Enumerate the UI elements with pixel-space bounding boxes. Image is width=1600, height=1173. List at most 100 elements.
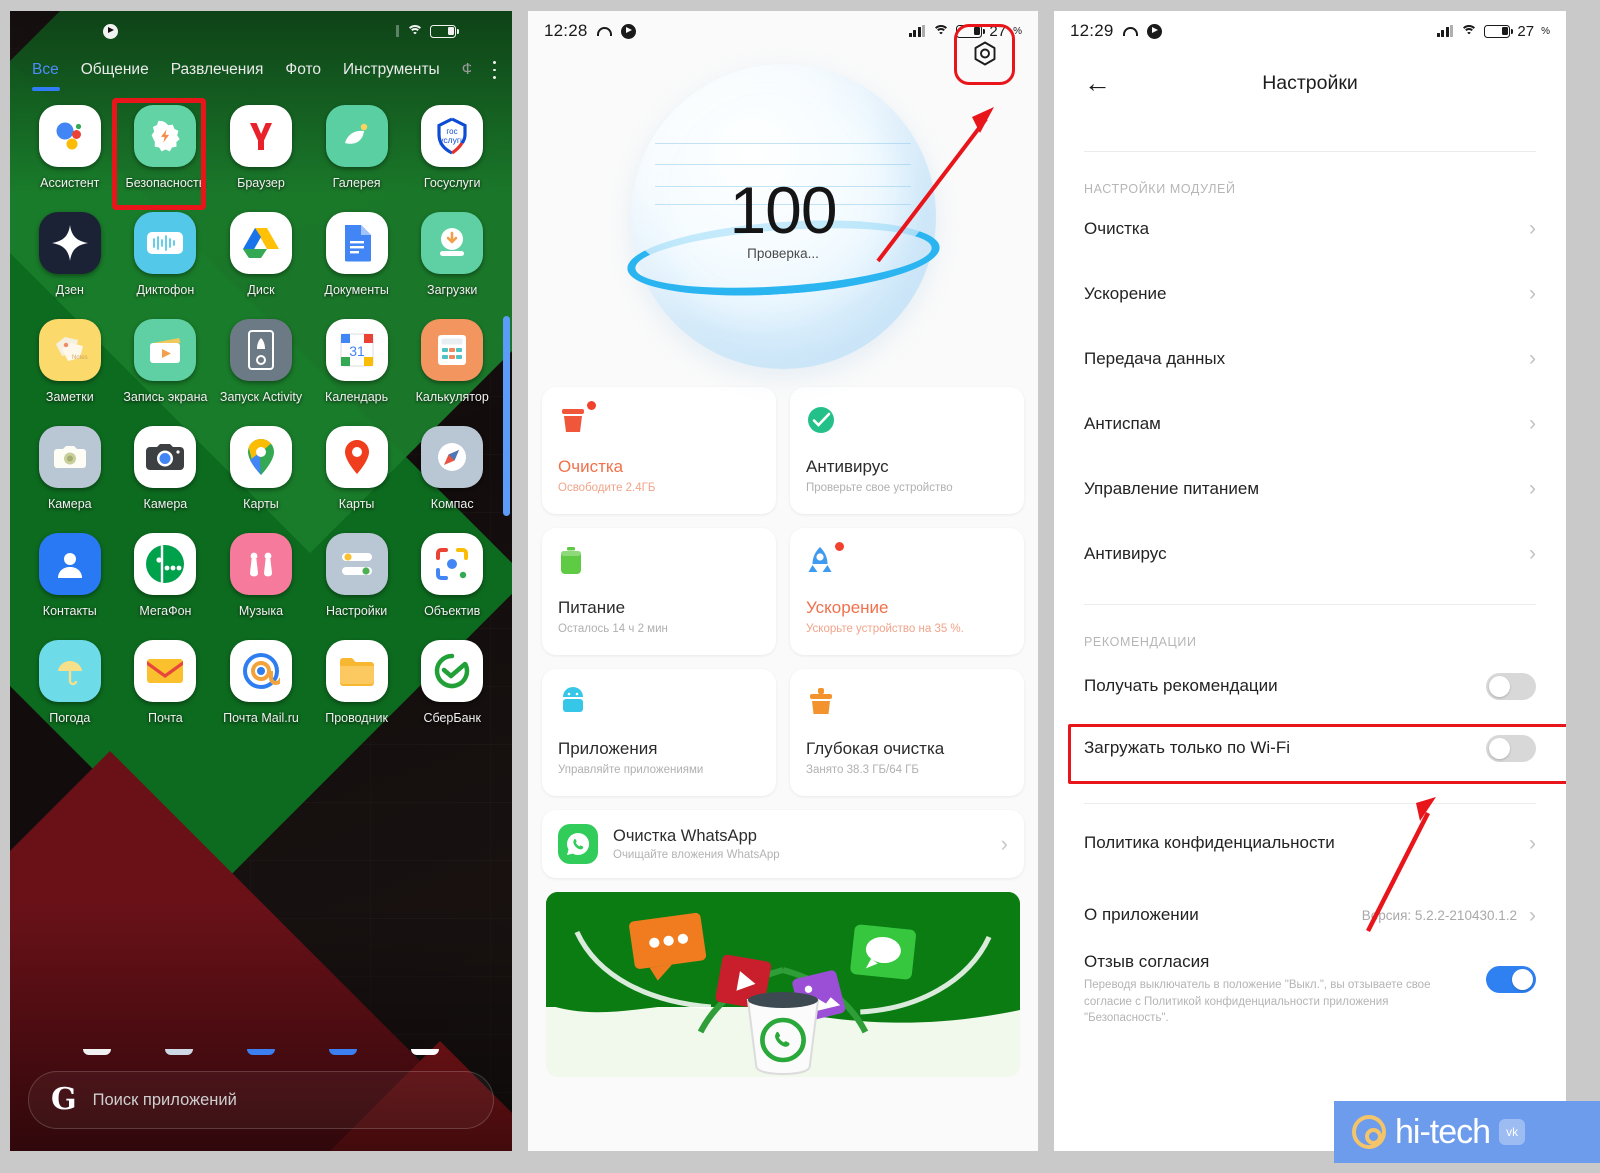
chevron-right-icon: › (1529, 282, 1536, 305)
cellular-signal-icon (1436, 25, 1454, 37)
feature-card-antivirus[interactable]: Антивирус Проверьте свое устройство (790, 387, 1024, 514)
row-label: Управление питанием (1084, 478, 1260, 498)
app-search-bar[interactable]: G Поиск приложений (28, 1071, 494, 1129)
app-item-security[interactable]: Безопасность (111, 98, 214, 210)
app-item[interactable]: Карты (309, 426, 405, 511)
whatsapp-clean-row[interactable]: Очистка WhatsApp Очищайте вложения Whats… (542, 810, 1024, 878)
settings-row-wifi-only[interactable]: Загружать только по Wi-Fi (1054, 717, 1566, 779)
settings-row-clean[interactable]: Очистка › (1054, 196, 1566, 261)
settings-row-boost[interactable]: Ускорение › (1054, 261, 1566, 326)
app-item[interactable]: Notes Заметки (22, 319, 118, 404)
toggle-get-recommendations[interactable] (1486, 672, 1536, 700)
app-item[interactable]: Погода (22, 640, 118, 725)
google-docs-icon (325, 212, 388, 274)
tab-entertainment[interactable]: Развлечения (171, 61, 264, 91)
app-item[interactable]: Запись экрана (118, 319, 214, 404)
settings-row-antivirus[interactable]: Антивирус › (1054, 521, 1566, 586)
app-item[interactable]: гос услуги Госуслуги (404, 105, 500, 190)
settings-row-power-management[interactable]: Управление питанием › (1054, 456, 1566, 521)
feature-card-clean[interactable]: Очистка Освободите 2.4ГБ (542, 387, 776, 514)
settings-row-antispam[interactable]: Антиспам › (1054, 391, 1566, 456)
tab-all[interactable]: Все (32, 61, 60, 91)
google-g-icon: G (51, 1082, 77, 1117)
yandex-maps-icon (325, 426, 388, 488)
toggle-consent[interactable] (1486, 966, 1536, 993)
scroll-indicator[interactable] (503, 316, 510, 516)
settings-row-get-recommendations[interactable]: Получать рекомендации (1054, 655, 1566, 717)
rocket-boost-icon (806, 542, 844, 578)
hamburger-menu-icon[interactable] (493, 61, 496, 91)
consent-description: Переводя выключатель в положение "Выкл."… (1084, 979, 1431, 1025)
app-item[interactable]: Проводник (309, 640, 405, 725)
app-item[interactable]: 31 Календарь (309, 319, 405, 404)
app-item[interactable]: Камера (118, 426, 214, 511)
app-item[interactable]: Ассистент (22, 105, 118, 190)
headphone-icon (1122, 26, 1138, 36)
app-label: Камера (47, 497, 92, 511)
category-tabbar: Все Общение Развлечения Фото Инструменты… (10, 51, 512, 91)
section-header-recommendations: РЕКОМЕНДАЦИИ (1084, 635, 1197, 649)
app-item[interactable]: Запуск Activity (213, 319, 309, 404)
app-item[interactable]: СберБанк (404, 640, 500, 725)
card-subtitle: Занято 38.3 ГБ/64 ГБ (806, 764, 919, 776)
gosuslugi-icon: гос услуги (421, 105, 484, 167)
settings-row-data-transfer[interactable]: Передача данных › (1054, 326, 1566, 391)
downloads-icon (421, 212, 484, 274)
calculator-icon (421, 319, 484, 381)
feature-card-boost[interactable]: Ускорение Ускорьте устройство на 35 %. (790, 528, 1024, 655)
app-item[interactable]: Документы (309, 212, 405, 297)
row-label: Антивирус (1084, 543, 1167, 563)
app-item[interactable]: Диктофон (118, 212, 214, 297)
page-indicator-dots (10, 1049, 512, 1055)
settings-row-about[interactable]: О приложении Версия: 5.2.2-210430.1.2 › (1054, 882, 1566, 948)
watermark-text: hi-tech (1395, 1112, 1491, 1151)
feature-card-deepclean[interactable]: Глубокая очистка Занято 38.3 ГБ/64 ГБ (790, 669, 1024, 796)
card-subtitle: Ускорьте устройство на 35 %. (806, 623, 964, 635)
app-item[interactable]: Калькулятор (404, 319, 500, 404)
feature-card-power[interactable]: Питание Осталось 14 ч 2 мин (542, 528, 776, 655)
app-item[interactable]: МегаФон (118, 533, 214, 618)
app-item[interactable]: Почта Mail.ru (213, 640, 309, 725)
app-item[interactable]: Музыка (213, 533, 309, 618)
app-item[interactable]: Диск (213, 212, 309, 297)
feature-card-apps[interactable]: Приложения Управляйте приложениями (542, 669, 776, 796)
app-label: Запись экрана (123, 390, 208, 404)
card-subtitle: Управляйте приложениями (558, 764, 704, 776)
vk-icon: vk (1499, 1119, 1526, 1145)
back-arrow-icon[interactable]: ← (1084, 69, 1124, 97)
chevron-right-icon: › (1529, 831, 1536, 855)
svg-text:31: 31 (349, 343, 365, 359)
app-label: Компас (430, 497, 474, 511)
feature-card-grid: Очистка Освободите 2.4ГБ Антивирус Прове… (528, 381, 1038, 796)
tab-tools[interactable]: Инструменты (343, 61, 440, 91)
status-bar-settings: 12:29 27% (1054, 11, 1566, 51)
security-score-status: Проверка... (747, 245, 819, 261)
app-label: Камера (143, 497, 188, 511)
battery-percent-sign: % (1541, 25, 1550, 37)
app-item[interactable]: Компас (404, 426, 500, 511)
media-play-icon (102, 23, 118, 39)
google-lens-icon (421, 533, 484, 595)
app-item[interactable]: Галерея (309, 105, 405, 190)
app-label: Проводник (325, 711, 388, 725)
app-item[interactable]: Загрузки (404, 212, 500, 297)
settings-row-privacy-policy[interactable]: Политика конфиденциальности › (1054, 804, 1566, 882)
battery-green-icon (558, 546, 590, 578)
battery-percent-sign: % (1013, 25, 1022, 37)
megafon-icon (134, 533, 197, 595)
app-item[interactable]: Карты (213, 426, 309, 511)
tab-finance[interactable]: Финансы и (462, 61, 471, 91)
app-item[interactable]: Почта (118, 640, 214, 725)
tab-photo[interactable]: Фото (285, 61, 321, 91)
app-item[interactable]: Дзен (22, 212, 118, 297)
panel-settings: 12:29 27% ← Настройки НАСТРОЙКИ МОДУЛЕЙ (1054, 11, 1566, 1151)
app-item[interactable]: Настройки (309, 533, 405, 618)
app-item[interactable]: Камера (22, 426, 118, 511)
toggle-wifi-only[interactable] (1486, 734, 1536, 762)
app-item[interactable]: Контакты (22, 533, 118, 618)
app-item[interactable]: Объектив (404, 533, 500, 618)
tab-communication[interactable]: Общение (81, 61, 149, 91)
app-item[interactable]: Браузер (213, 105, 309, 190)
battery-icon (430, 24, 459, 38)
whatsapp-promo-banner[interactable] (546, 892, 1020, 1077)
